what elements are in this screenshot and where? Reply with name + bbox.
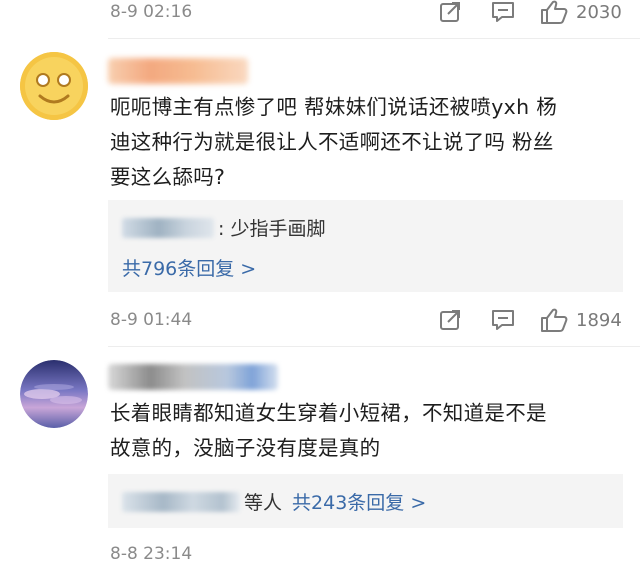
username-blurred[interactable] [108,58,248,84]
comment-text: 长着眼睛都知道女生穿着小短裙，不知道是不是 故意的，没脑子没有度是真的 [110,396,625,466]
reply-more-line: 共796条回复 > [122,254,256,281]
smiley-avatar-icon [20,52,88,120]
reply-preview-line: : 少指手画脚 [122,214,325,241]
comment-line: 迪这种行为就是很让人不适啊还不让说了吗 粉丝 [110,130,554,154]
like-count: 2030 [576,1,622,23]
reply-button[interactable] [490,308,516,332]
view-replies-link[interactable]: 共796条回复 > [122,254,256,281]
comment-timestamp: 8-9 01:44 [110,310,193,330]
comment-icon [492,2,514,22]
thumbs-up-icon [541,308,568,332]
reply-username-blurred[interactable] [122,217,214,238]
comment-line: 故意的，没脑子没有度是真的 [110,436,381,460]
comment-line: 呃呃博主有点惨了吧 帮妹妹们说话还被喷yxh 杨 [110,95,557,119]
share-icon [440,2,460,22]
divider [108,38,640,39]
share-icon [440,310,460,330]
sky-avatar-icon [20,360,88,428]
comment-0-meta-row: 8-9 02:16 2030 [0,0,640,32]
like-count: 1894 [576,309,622,331]
share-button[interactable] [438,0,462,24]
reply-preview-box[interactable]: 等人 共243条回复 > [108,474,623,528]
reply-others-text: 等人 [244,492,283,514]
like-button[interactable]: 2030 [540,0,622,25]
username-blurred[interactable] [108,364,278,390]
reply-preview-box[interactable]: : 少指手画脚 共796条回复 > [108,200,623,292]
avatar[interactable] [20,52,88,120]
comment-timestamp: 8-8 23:14 [110,544,193,564]
divider [108,346,640,347]
thumbs-up-icon [541,0,568,24]
reply-username-blurred[interactable] [122,491,240,512]
like-button[interactable]: 1894 [540,307,622,333]
comment-icon [492,310,514,330]
share-button[interactable] [438,308,462,332]
comment-line: 长着眼睛都知道女生穿着小短裙，不知道是不是 [110,401,547,425]
reply-preview-text: : 少指手画脚 [218,218,326,240]
avatar[interactable] [20,360,88,428]
reply-button[interactable] [490,0,516,24]
comment-text: 呃呃博主有点惨了吧 帮妹妹们说话还被喷yxh 杨 迪这种行为就是很让人不适啊还不… [110,90,625,195]
comment-line: 要这么舔吗? [110,165,226,189]
reply-preview-line: 等人 共243条回复 > [122,488,426,515]
comment-1-meta-row: 8-9 01:44 1894 [0,300,640,340]
view-replies-link[interactable]: 共243条回复 > [292,488,426,515]
comment-2-meta-row: 8-8 23:14 [0,534,640,574]
comment-timestamp: 8-9 02:16 [110,2,193,22]
